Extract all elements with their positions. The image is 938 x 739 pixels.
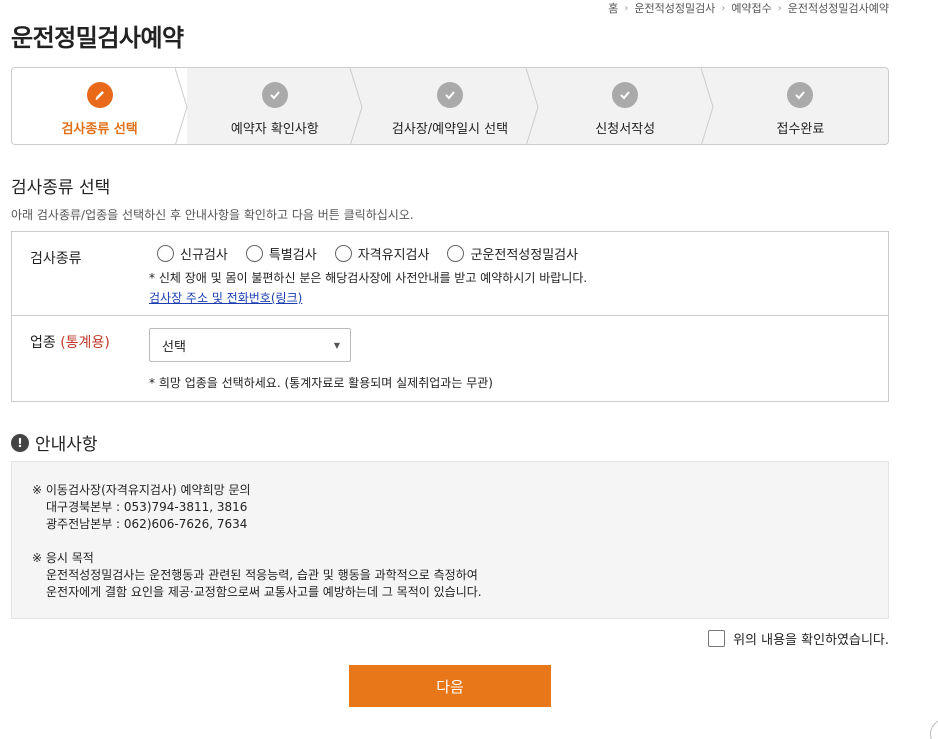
exam-form: 검사종류 신규검사 특별검사 자격유지검사 군운전적성정밀검사 * 신체 장애 … (11, 231, 889, 402)
notice-line: 광주전남본부 : 062)606-7626, 7634 (46, 517, 248, 531)
exam-type-row: 검사종류 신규검사 특별검사 자격유지검사 군운전적성정밀검사 * 신체 장애 … (12, 232, 888, 316)
pencil-icon (86, 82, 113, 108)
confirm-label: 위의 내용을 확인하였습니다. (733, 633, 889, 648)
chevron-down-icon: ▼ (333, 340, 340, 350)
step-progress: 검사종류 선택 예약자 확인사항 검사장/예약일시 선택 신청서작성 접수완료 (11, 67, 889, 145)
chevron-right-icon: › (721, 2, 726, 14)
breadcrumb-item[interactable]: 운전적성정밀검사 (634, 0, 715, 16)
exam-site-link[interactable]: 검사장 주소 및 전화번호(링크) (149, 289, 302, 306)
chevron-right-icon: › (624, 2, 629, 14)
radio-button[interactable] (447, 245, 465, 262)
exam-type-content: 신규검사 특별검사 자격유지검사 군운전적성정밀검사 * 신체 장애 및 몸이 … (149, 232, 888, 315)
check-icon (261, 82, 288, 108)
industry-label: 업종 (통계용) (30, 335, 110, 351)
notice-box: ※ 이동검사장(자격유지검사) 예약희망 문의 대구경북본부 : 053)794… (11, 461, 889, 619)
step-1: 검사종류 선택 (12, 68, 188, 144)
radio-button[interactable] (245, 245, 263, 262)
industry-select-value: 선택 (162, 339, 186, 355)
industry-label-extra: (통계용) (60, 335, 110, 351)
step-divider (175, 68, 188, 144)
section-title: 검사종류 선택 (11, 178, 111, 198)
step-divider (350, 68, 363, 144)
check-icon (437, 82, 463, 108)
notice-line: ※ 이동검사장(자격유지검사) 예약희망 문의 (32, 483, 251, 497)
step-label: 예약자 확인사항 (230, 122, 319, 137)
breadcrumb-home[interactable]: 홈 (608, 0, 618, 16)
page-title: 운전정밀검사예약 (11, 24, 184, 52)
exam-type-radio-group: 신규검사 특별검사 자격유지검사 군운전적성정밀검사 (157, 244, 888, 263)
breadcrumb-current: 운전적성정밀검사예약 (787, 2, 889, 15)
step-label: 검사장/예약일시 선택 (391, 122, 509, 137)
step-label: 신청서작성 (595, 122, 656, 137)
radio-new-exam[interactable]: 신규검사 (157, 244, 228, 263)
scroll-top-button[interactable] (930, 719, 938, 739)
step-2: 예약자 확인사항 (187, 68, 363, 144)
confirm-checkbox-row[interactable]: 위의 내용을 확인하였습니다. (708, 629, 889, 648)
step-label: 검사종류 선택 (61, 122, 138, 137)
industry-row: 업종 (통계용) 선택 ▼ * 희망 업종을 선택하세요. (통계자료로 활용되… (12, 316, 888, 401)
step-divider (525, 68, 539, 144)
exam-type-label: 검사종류 (30, 251, 82, 267)
exam-type-note: * 신체 장애 및 몸이 불편하신 분은 해당검사장에 사전안내를 받고 예약하… (149, 271, 588, 285)
notice-line: 운전자에게 결함 요인을 제공·교정함으로써 교통사고를 예방하는데 그 목적이… (46, 585, 482, 599)
breadcrumb: 홈 › 운전적성정밀검사 › 예약접수 › 운전적성정밀검사예약 (608, 0, 889, 16)
industry-note: * 희망 업종을 선택하세요. (통계자료로 활용되며 실제취업과는 무관) (149, 376, 493, 390)
notice-line: 대구경북본부 : 053)794-3811, 3816 (46, 500, 248, 514)
radio-special-exam[interactable]: 특별검사 (245, 244, 317, 263)
section-description: 아래 검사종류/업종을 선택하신 후 안내사항을 확인하고 다음 버튼 클릭하십… (11, 208, 414, 222)
next-button[interactable]: 다음 (349, 665, 551, 707)
notice-spacer (32, 533, 868, 550)
check-icon (787, 82, 814, 108)
step-5: 접수완료 (713, 68, 888, 144)
exclamation-icon: ! (11, 433, 29, 452)
step-4: 신청서작성 (538, 68, 714, 144)
step-3: 검사장/예약일시 선택 (362, 68, 539, 144)
check-icon (612, 82, 639, 108)
radio-button[interactable] (157, 245, 174, 262)
confirm-checkbox[interactable] (708, 630, 726, 647)
radio-button[interactable] (334, 245, 352, 262)
notice-line: 운전적성정밀검사는 운전행동과 관련된 적응능력, 습관 및 행동을 과학적으로… (46, 568, 478, 582)
notice-line: ※ 응시 목적 (32, 551, 94, 565)
radio-military-exam[interactable]: 군운전적성정밀검사 (447, 244, 578, 263)
industry-content: 선택 ▼ * 희망 업종을 선택하세요. (통계자료로 활용되며 실제취업과는 … (149, 316, 888, 401)
notice-heading: ! 안내사항 (11, 430, 98, 455)
step-divider (700, 68, 714, 144)
chevron-right-icon: › (777, 2, 782, 14)
step-label: 접수완료 (776, 122, 825, 137)
radio-qualification-exam[interactable]: 자격유지검사 (334, 244, 429, 263)
industry-select[interactable]: 선택 ▼ (149, 328, 351, 362)
notice-title: 안내사항 (35, 435, 98, 455)
breadcrumb-item[interactable]: 예약접수 (731, 0, 771, 16)
